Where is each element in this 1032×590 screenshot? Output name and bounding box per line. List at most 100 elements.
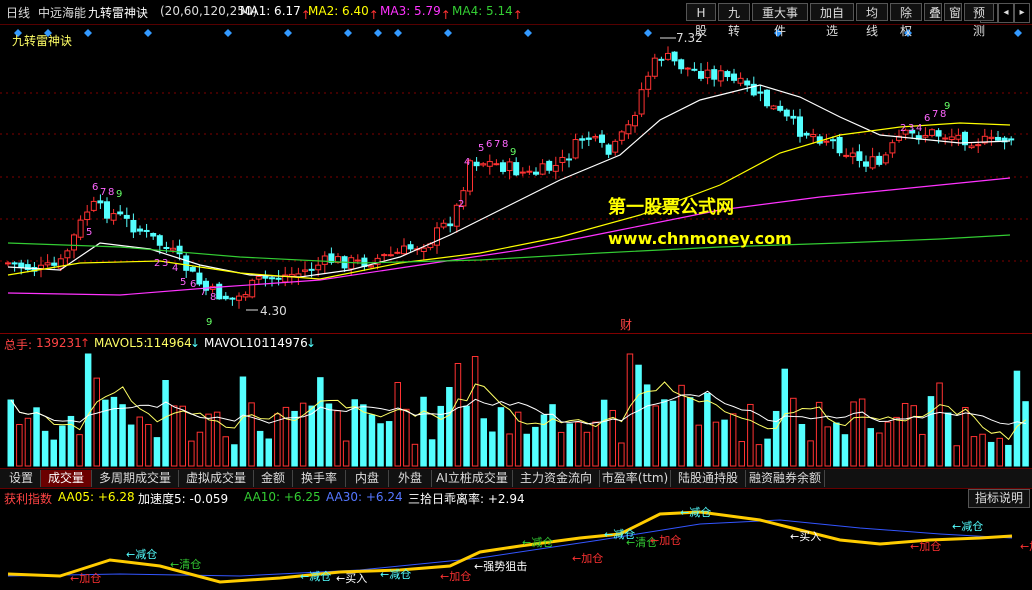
volume-bar bbox=[196, 431, 204, 467]
finance-marker[interactable]: 财 bbox=[620, 316, 632, 333]
candlestick-chart[interactable]: 6 7 8 952 3 45 67 895 6 7 89422 3 46 7 89 bbox=[0, 25, 1032, 333]
toolbar-button-4[interactable]: 均线 bbox=[856, 3, 888, 38]
volume-bar bbox=[910, 405, 917, 467]
volume-bar bbox=[282, 406, 290, 467]
tab-6[interactable]: 内盘 bbox=[346, 470, 389, 487]
td-count: 3 bbox=[162, 258, 168, 269]
tab-9[interactable]: 主力资金流向 bbox=[513, 470, 600, 487]
candle-body bbox=[170, 247, 176, 251]
toolbar-button-8[interactable]: 预测 bbox=[964, 3, 994, 38]
mavol5-label: MAVOL5: bbox=[94, 336, 148, 350]
volume-bar bbox=[798, 424, 806, 467]
volume-bar bbox=[446, 386, 453, 467]
volume-bar bbox=[428, 439, 436, 467]
volume-bar bbox=[76, 434, 83, 467]
candle-body bbox=[381, 254, 388, 257]
toolbar-button-0[interactable]: H股 bbox=[686, 3, 716, 38]
volume-bar bbox=[747, 403, 754, 467]
main-chart-title: 九转雷神诀 bbox=[12, 34, 73, 48]
tab-3[interactable]: 虚拟成交量 bbox=[179, 470, 254, 487]
candle-body bbox=[64, 250, 71, 259]
candle-body bbox=[698, 71, 704, 79]
event-marker bbox=[524, 29, 532, 37]
volume-bar bbox=[437, 405, 444, 467]
candle-body bbox=[77, 219, 84, 238]
volume-bar bbox=[712, 421, 720, 467]
candle-body bbox=[618, 131, 625, 141]
candle-body bbox=[440, 222, 447, 228]
tab-10[interactable]: 市盈率(ttm) bbox=[600, 470, 671, 487]
volume-bar bbox=[893, 416, 900, 467]
volume-bar bbox=[970, 436, 978, 467]
signal-add: ←加仓 bbox=[650, 533, 681, 547]
candle-body bbox=[830, 139, 836, 142]
volume-bar bbox=[420, 396, 427, 467]
volume-bar bbox=[867, 428, 874, 467]
candle-body bbox=[387, 254, 394, 257]
tab-0[interactable]: 设置 bbox=[2, 470, 41, 487]
candle-body bbox=[552, 164, 559, 172]
indicator-name[interactable]: 九转雷神诀 bbox=[88, 4, 148, 21]
toolbar-button-3[interactable]: 加自选 bbox=[810, 3, 854, 38]
toolbar-button-7[interactable]: 窗 bbox=[944, 3, 962, 21]
forward-icon[interactable]: ▸ bbox=[1014, 3, 1030, 23]
tab-1[interactable]: 成交量 bbox=[41, 470, 92, 487]
tab-8[interactable]: AI立桩成交量 bbox=[432, 470, 513, 487]
candle-body bbox=[401, 245, 407, 255]
toolbar-button-6[interactable]: 叠 bbox=[924, 3, 942, 21]
volume-bar bbox=[368, 414, 376, 467]
candle-body bbox=[995, 136, 1001, 141]
tab-11[interactable]: 陆股通持股 bbox=[671, 470, 746, 487]
volume-bar bbox=[738, 441, 745, 467]
volume-bar bbox=[532, 426, 539, 467]
td-count: 6 bbox=[486, 139, 492, 150]
tab-2[interactable]: 多周期成交量 bbox=[92, 470, 179, 487]
volume-bar bbox=[84, 353, 92, 467]
candle-body bbox=[889, 142, 896, 154]
candle-body bbox=[38, 264, 44, 269]
candle-body bbox=[863, 161, 869, 167]
ma2-value: MA2: 6.40 ↑ bbox=[308, 4, 379, 22]
volume-bar bbox=[695, 424, 702, 467]
event-marker bbox=[84, 29, 92, 37]
indicator-chart[interactable]: ←加仓←减仓←清仓←减仓 ←买入 ←减仓 ←加仓←强势狙击←减仓←加仓←减仓←清仓←加… bbox=[0, 506, 1032, 590]
candle-body bbox=[130, 219, 137, 233]
back-icon[interactable]: ◂ bbox=[998, 3, 1014, 23]
volume-bar bbox=[59, 425, 66, 467]
volume-bar bbox=[248, 402, 255, 467]
volume-chart[interactable] bbox=[0, 350, 1032, 468]
td-count: 9 bbox=[206, 317, 212, 328]
mavol5-arrow: ↓ bbox=[190, 336, 201, 350]
toolbar-button-1[interactable]: 九转 bbox=[718, 3, 750, 38]
candle-body bbox=[724, 71, 731, 78]
volume-bar bbox=[583, 431, 591, 467]
tab-4[interactable]: 金额 bbox=[254, 470, 293, 487]
volume-bar bbox=[987, 441, 995, 467]
signal-reduce: ←减仓 bbox=[680, 506, 711, 519]
candle-body bbox=[533, 171, 539, 175]
candle-body bbox=[645, 75, 652, 90]
td-count: 8 bbox=[210, 292, 216, 303]
volume-bar bbox=[1013, 370, 1021, 467]
volume-bar bbox=[325, 403, 333, 467]
candle-body bbox=[671, 51, 678, 62]
td-count: 6 bbox=[92, 182, 98, 193]
indicator-panel-name[interactable]: 获利指数 bbox=[4, 490, 52, 507]
volume-bar bbox=[678, 384, 685, 467]
period-label[interactable]: 日线 bbox=[6, 4, 30, 21]
candle-body bbox=[665, 52, 671, 60]
candle-body bbox=[18, 262, 25, 268]
volume-bar bbox=[523, 433, 530, 467]
candle-body bbox=[869, 156, 876, 169]
toolbar-button-5[interactable]: 除权 bbox=[890, 3, 922, 38]
tab-12[interactable]: 融资融券余额 bbox=[746, 470, 825, 487]
toolbar-button-2[interactable]: 重大事件 bbox=[752, 3, 808, 38]
volume-bar bbox=[179, 405, 186, 467]
volume-bar bbox=[411, 443, 419, 467]
candle-body bbox=[632, 114, 638, 127]
td-count: 5 bbox=[478, 143, 484, 154]
tab-5[interactable]: 换手率 bbox=[293, 470, 346, 487]
candle-body bbox=[407, 244, 414, 250]
tab-7[interactable]: 外盘 bbox=[389, 470, 432, 487]
candle-body bbox=[275, 277, 282, 280]
